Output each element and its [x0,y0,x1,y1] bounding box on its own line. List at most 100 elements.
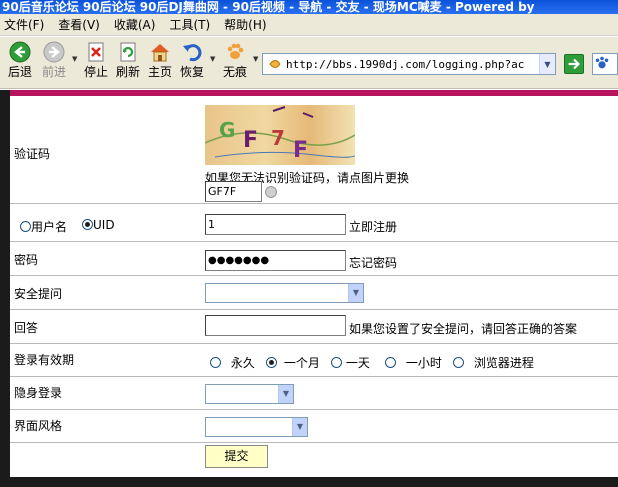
private-button[interactable]: 无痕 [219,41,251,79]
go-button[interactable] [564,54,584,74]
private-dropdown-icon[interactable]: ▼ [253,55,258,63]
password-input[interactable]: ●●●●●●● [205,250,346,271]
undo-icon [183,44,202,62]
back-label: 后退 [7,65,32,79]
validity-row: 登录有效期 永久 一个月 一天 一小时 浏览器进程 [10,344,618,377]
validity-radio-forever[interactable] [210,357,221,368]
captcha-drawing: G F 7 F [205,106,355,163]
validity-option-day-label: 一天 [345,356,370,370]
username-radio[interactable] [20,221,31,232]
answer-hint: 如果您设置了安全提问，请回答正确的答案 [349,322,578,336]
back-arrow-icon [9,41,31,63]
validity-label: 登录有效期 [14,353,75,367]
forward-arrow-icon [43,41,65,63]
captcha-input[interactable]: GF7F [205,181,262,202]
window-title: 90后音乐论坛 90后论坛 90后DJ舞曲网 - 90后视频 - 导航 - 交友… [0,0,618,14]
menu-bar: 文件(F) 查看(V) 收藏(A) 工具(T) 帮助(H) [0,14,618,36]
captcha-image[interactable]: G F 7 F [205,105,355,165]
password-row: 密码 ●●●●●●● 忘记密码 [10,242,618,276]
uid-row: 用户名 UID 1 立即注册 [10,204,618,242]
menu-tools[interactable]: 工具(T) [169,14,210,36]
password-input-value: ●●●●●●● [208,255,270,266]
forward-button[interactable]: 前进 [38,41,70,79]
style-row: 界面风格 ▼ [10,410,618,443]
security-question-select[interactable]: ▼ [205,283,364,303]
captcha-char-3: 7 [271,126,285,150]
validity-option-browser-label: 浏览器进程 [473,356,534,370]
forward-label: 前进 [41,65,66,79]
captcha-label: 验证码 [14,147,51,161]
address-bar[interactable]: http://bbs.1990dj.com/logging.php?ac ▼ [262,53,556,75]
stop-label: 停止 [83,65,108,79]
go-arrow-icon [568,58,581,70]
menu-file[interactable]: 文件(F) [4,14,44,36]
password-label: 密码 [14,253,39,267]
validity-radio-month[interactable] [266,357,277,368]
validity-radio-browser[interactable] [453,357,464,368]
menu-help[interactable]: 帮助(H) [224,14,266,36]
address-input[interactable]: http://bbs.1990dj.com/logging.php?ac [286,58,539,71]
validity-option-month-label: 一个月 [283,356,320,370]
restore-button[interactable]: 恢复 [176,41,208,79]
validity-option-hour-label: 一小时 [405,356,442,370]
answer-input[interactable] [205,315,346,336]
uid-input-value: 1 [208,218,215,231]
forgot-password-link[interactable]: 忘记密码 [349,254,397,271]
chevron-down-icon[interactable]: ▼ [292,418,307,436]
login-type-username[interactable]: 用户名 [20,218,67,235]
invisible-login-label: 隐身登录 [14,386,63,400]
refresh-button[interactable]: 刷新 [112,41,144,79]
uid-radio[interactable] [82,219,93,230]
answer-label: 回答 [14,321,39,335]
style-select[interactable]: ▼ [205,417,308,437]
chevron-down-icon[interactable]: ▼ [278,385,293,403]
chevron-down-icon[interactable]: ▼ [348,284,363,302]
refresh-icon [120,42,136,62]
home-icon [151,44,169,62]
forward-dropdown-icon[interactable]: ▼ [72,55,77,63]
paw-search-icon [595,56,609,69]
style-label: 界面风格 [14,419,63,433]
invisible-login-select[interactable]: ▼ [205,384,294,404]
invisible-login-row: 隐身登录 ▼ [10,377,618,410]
security-question-row: 安全提问 ▼ [10,276,618,310]
security-question-label: 安全提问 [14,287,63,301]
stop-icon [88,42,104,62]
paw-icon [227,43,244,59]
search-engine-box[interactable] [592,53,618,75]
login-type-uid[interactable]: UID [82,218,115,232]
answer-row: 回答 如果您设置了安全提问，请回答正确的答案 [10,310,618,344]
submit-button[interactable]: 提交 [205,445,268,468]
address-dropdown-icon[interactable]: ▼ [539,54,555,74]
register-link[interactable]: 立即注册 [349,218,397,235]
captcha-char-1: G [219,118,235,142]
validity-option-forever[interactable]: 永久 [210,354,255,371]
restore-dropdown-icon[interactable]: ▼ [210,55,215,63]
stop-button[interactable]: 停止 [80,41,112,79]
username-radio-label: 用户名 [31,220,68,234]
menu-view[interactable]: 查看(V) [58,14,100,36]
captcha-char-4: F [293,138,308,163]
home-button[interactable]: 主页 [144,41,176,79]
uid-radio-label: UID [93,218,115,232]
validity-option-browser[interactable]: 浏览器进程 [453,354,534,371]
captcha-char-2: F [243,128,258,153]
back-button[interactable]: 后退 [4,41,36,79]
page-icon [269,60,281,68]
captcha-check-icon [265,186,277,198]
menu-favorites[interactable]: 收藏(A) [114,14,156,36]
captcha-input-value: GF7F [208,185,237,198]
restore-label: 恢复 [179,65,204,79]
refresh-label: 刷新 [115,65,140,79]
validity-option-month[interactable]: 一个月 [266,354,320,371]
private-label: 无痕 [222,65,247,79]
page-content: 验证码 G F 7 F 如果您无法识别验证码，请点图片更换 GF7F 用户名 U… [0,90,618,487]
validity-radio-hour[interactable] [385,357,396,368]
validity-option-day[interactable]: 一天 [331,354,370,371]
uid-input[interactable]: 1 [205,214,346,235]
validity-radio-day[interactable] [331,357,342,368]
captcha-row: 验证码 G F 7 F 如果您无法识别验证码，请点图片更换 GF7F [10,96,618,204]
validity-option-hour[interactable]: 一小时 [385,354,442,371]
home-label: 主页 [147,65,172,79]
validity-option-forever-label: 永久 [230,356,255,370]
